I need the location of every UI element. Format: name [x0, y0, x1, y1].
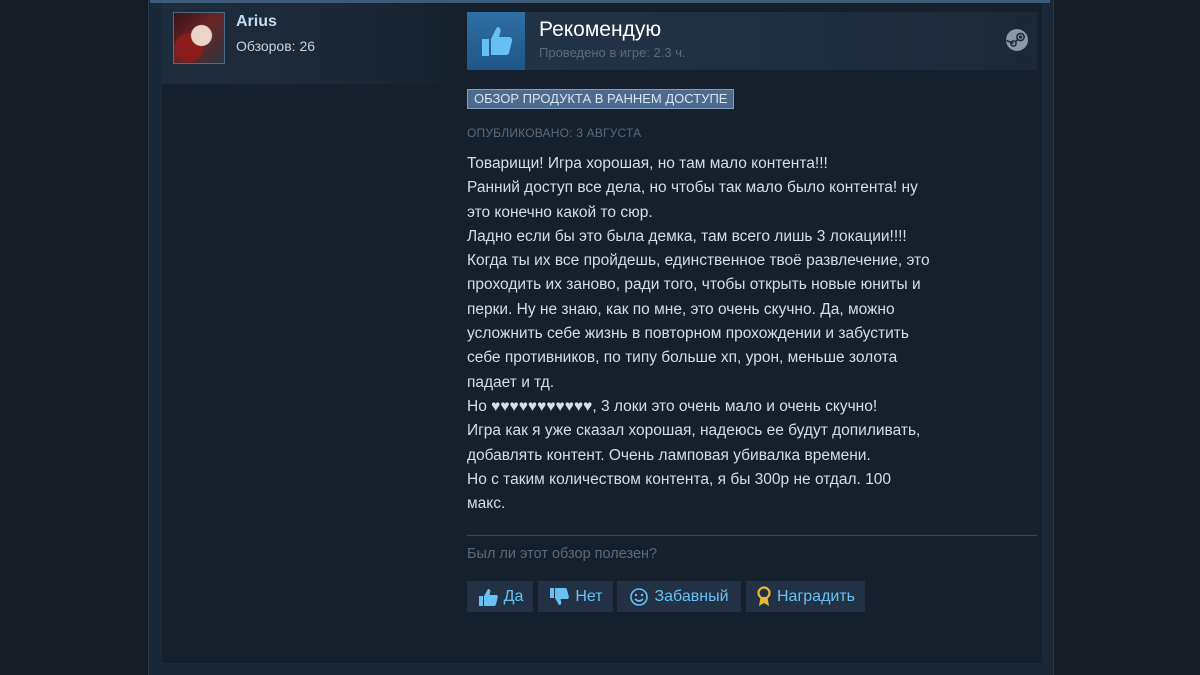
review-line: перки. Ну не знаю, как по мне, это очень… — [467, 300, 895, 318]
smiley-icon — [630, 587, 649, 606]
vote-no-label: Нет — [575, 587, 603, 605]
award-button[interactable]: Наградить — [746, 581, 865, 612]
review-line: проходить их заново, ради того, чтобы от… — [467, 276, 921, 294]
helpful-question: Был ли этот обзор полезен? — [467, 546, 658, 562]
review-line: усложнить себе жизнь в повторном прохожд… — [467, 325, 909, 343]
award-ribbon-icon — [757, 585, 771, 606]
vote-yes-label: Да — [503, 587, 524, 605]
vote-funny-button[interactable]: Забавный — [617, 581, 741, 612]
vote-funny-label: Забавный — [654, 587, 729, 605]
steam-icon — [1005, 28, 1029, 52]
review-line: макс. — [467, 495, 506, 513]
review-line: падает и тд. — [467, 373, 555, 391]
review-verdict[interactable]: Рекомендую — [539, 18, 661, 42]
divider — [467, 535, 1037, 536]
review-line: это конечно какой то сюр. — [467, 203, 653, 221]
award-label: Наградить — [776, 587, 856, 605]
thumbs-up-icon — [482, 27, 513, 56]
review-line: себе противников, по типу больше хп, уро… — [467, 349, 898, 367]
author-reviews-count[interactable]: Обзоров: 26 — [236, 38, 315, 54]
early-access-badge: ОБЗОР ПРОДУКТА В РАННЕМ ДОСТУПЕ — [467, 89, 735, 109]
review-line: Ладно если бы это была демка, там всего … — [467, 227, 907, 245]
thumbs-down-icon — [550, 587, 570, 605]
review-line: Когда ты их все пройдешь, единственное т… — [467, 252, 930, 270]
vote-yes-button[interactable]: Да — [467, 581, 533, 612]
author-name[interactable]: Arius — [236, 13, 277, 31]
review-body: Товарищи! Игра хорошая, но там мало конт… — [467, 152, 1037, 516]
review-line: Но с таким количеством контента, я бы 30… — [467, 470, 891, 488]
review-line: Но ♥♥♥♥♥♥♥♥♥♥♥, 3 локи это очень мало и … — [467, 397, 878, 415]
review-line: Игра как я уже сказал хорошая, надеюсь е… — [467, 422, 921, 440]
review-line: Товарищи! Игра хорошая, но там мало конт… — [467, 155, 828, 172]
review-line: добавлять контент. Очень ламповая убивал… — [467, 446, 871, 464]
review-line: Ранний доступ все дела, но чтобы так мал… — [467, 179, 918, 197]
posted-date: ОПУБЛИКОВАНО: 3 АВГУСТА — [467, 126, 642, 140]
verdict-icon-box — [467, 12, 525, 70]
vote-no-button[interactable]: Нет — [538, 581, 613, 612]
thumbs-up-icon — [478, 588, 498, 606]
playtime: Проведено в игре: 2.3 ч. — [539, 45, 686, 60]
author-avatar[interactable] — [173, 12, 225, 64]
